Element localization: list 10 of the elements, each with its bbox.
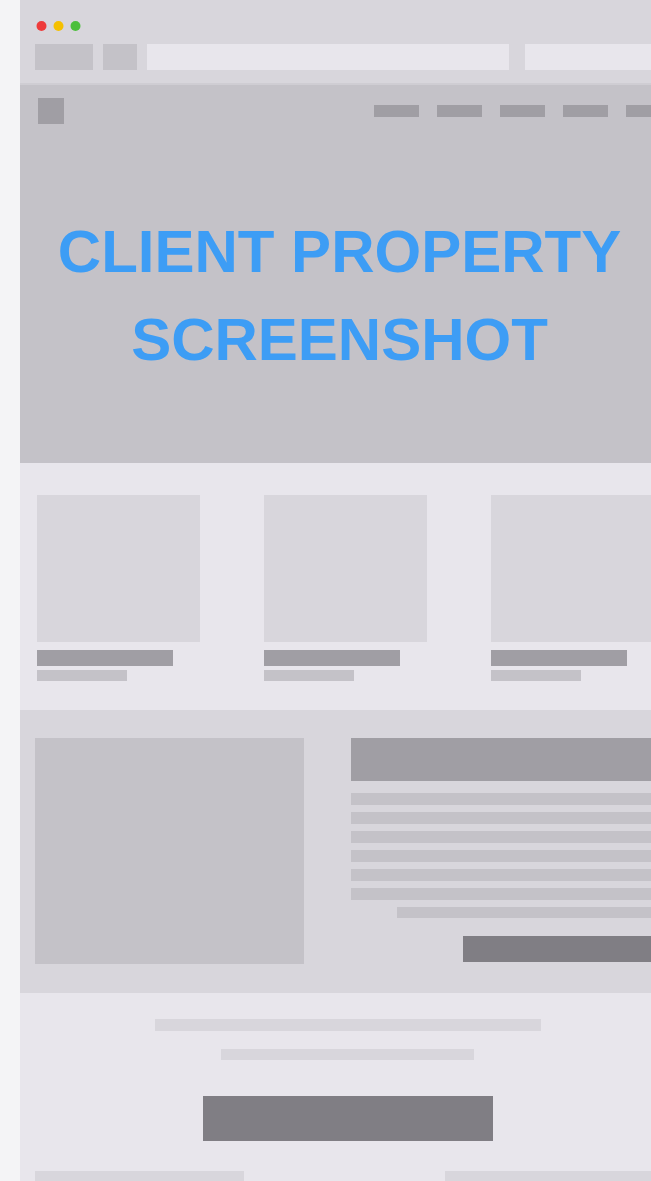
logo-placeholder xyxy=(38,98,64,124)
nav-link-placeholder[interactable] xyxy=(437,105,482,117)
button-placeholder[interactable] xyxy=(202,1096,493,1141)
nav-link-placeholder[interactable] xyxy=(500,105,545,117)
nav-link-placeholder[interactable] xyxy=(374,105,419,117)
hero-title: CLIENT PROPERTY xyxy=(57,217,622,287)
nav-link-placeholder[interactable] xyxy=(563,105,608,117)
window-controls-icon[interactable] xyxy=(36,20,82,32)
hero-title: SCREENSHOT xyxy=(131,305,548,375)
button-placeholder[interactable] xyxy=(463,936,651,962)
